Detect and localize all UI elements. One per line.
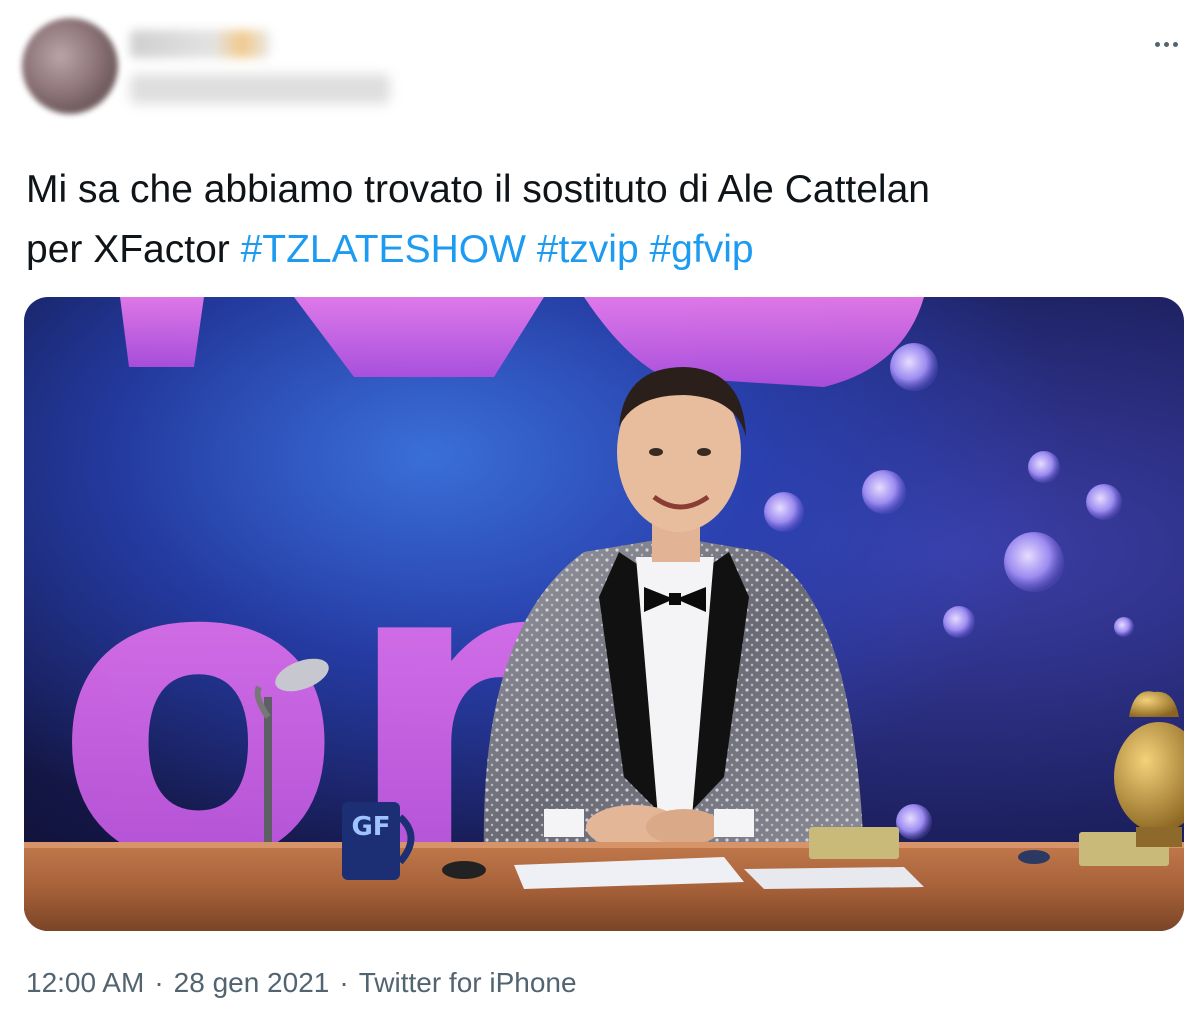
meta-separator: · [154, 967, 164, 998]
hashtag-tzvip[interactable]: #tzvip [537, 228, 639, 271]
display-name-blurred[interactable] [130, 30, 270, 58]
tweet-source[interactable]: Twitter for iPhone [359, 967, 577, 998]
more-horizontal-icon[interactable] [1146, 30, 1186, 58]
tweet-text-tail: per XFactor [26, 228, 230, 271]
backdrop-top-letters [120, 297, 924, 387]
name-plate-1 [809, 827, 899, 859]
hashtag-gfvip[interactable]: #gfvip [649, 228, 753, 271]
tweet-media-image[interactable]: on GF [24, 297, 1184, 931]
tv-studio-scene: on GF [24, 297, 1184, 931]
tweet-meta: 12:00 AM · 28 gen 2021 · Twitter for iPhone [26, 967, 577, 999]
desk-object [442, 861, 486, 879]
mug-logo: GF [351, 812, 390, 842]
tweet-date[interactable]: 28 gen 2021 [174, 967, 330, 998]
avatar-blurred[interactable] [22, 18, 118, 114]
username-blurred [130, 74, 390, 104]
hashtag-tzlateshow[interactable]: #TZLATESHOW [241, 228, 526, 271]
golden-trophy [1114, 691, 1184, 847]
tweet-text-line-2: per XFactor #TZLATESHOW #tzvip #gfvip [26, 220, 1166, 280]
desk-object-2 [1018, 850, 1050, 864]
tweet-card: Mi sa che abbiamo trovato il sostituto d… [0, 0, 1200, 1019]
tweet-text: Mi sa che abbiamo trovato il sostituto d… [26, 160, 1166, 280]
presenter [483, 367, 864, 857]
meta-separator-2: · [339, 967, 349, 998]
tweet-time[interactable]: 12:00 AM [26, 967, 144, 998]
studio-desk [24, 842, 1184, 931]
tweet-text-line-1: Mi sa che abbiamo trovato il sostituto d… [26, 168, 930, 211]
